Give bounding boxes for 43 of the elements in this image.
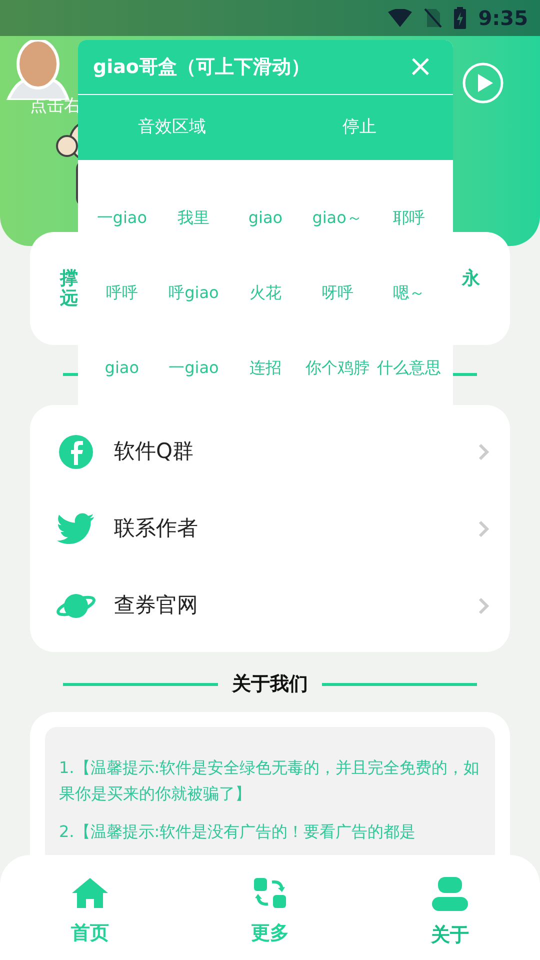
nav-tab[interactable]: 更多 [180,855,360,960]
sound-button[interactable]: 嗯～ [373,255,445,330]
wifi-icon [388,9,412,27]
sound-button[interactable]: 火花 [230,255,302,330]
section-heading: 关于我们 [232,672,308,697]
bird-icon [57,512,95,544]
sound-button[interactable]: giao～ [301,180,374,255]
nav-tab[interactable]: 首页 [0,855,180,960]
battery-icon [454,7,466,29]
sound-button[interactable]: 我里 [158,180,230,255]
dialog-tab[interactable]: 停止 [266,94,453,160]
sound-button[interactable]: 什么意思 [373,330,445,405]
notice-paragraph: 2.【温馨提示:软件是没有广告的！要看广告的都是 [59,821,417,843]
home-icon [71,877,109,909]
link-item[interactable]: 联系作者 [30,494,510,564]
nav-tab[interactable]: 关于 [360,855,540,960]
sound-button[interactable]: 一giao [86,180,158,255]
link-item[interactable]: 软件Q群 [30,416,510,486]
sound-button[interactable]: 呼giao [158,255,230,330]
chevron-icon [478,596,490,614]
status-time: 9:35 [478,5,528,32]
chevron-icon [478,442,490,460]
sound-button[interactable]: 一giao [158,330,230,405]
swap-grid-icon [253,877,287,909]
sound-button[interactable]: giao [86,330,158,405]
notice-text: 永 [462,267,480,291]
dialog-title: giao哥盒（可上下滑动） [93,54,310,80]
sound-button[interactable]: 呼呼 [86,255,158,330]
close-button[interactable]: × [408,52,433,82]
sound-button[interactable]: 连招 [230,330,302,405]
facebook-icon [58,434,94,470]
sound-button[interactable]: 耶呼 [373,180,445,255]
notice-paragraph: 1.【温馨提示:软件是安全绿色无毒的，并且完全免费的，如果你是买来的你就被骗了】 [59,757,481,805]
user-icon [432,877,468,911]
link-item[interactable]: 查券官网 [30,570,510,640]
no-sim-icon [424,8,442,28]
dialog-tab[interactable]: 音效区域 [78,94,266,160]
sound-button[interactable]: giao [230,180,302,255]
chevron-icon [478,520,490,538]
sound-button[interactable]: 呀呼 [301,255,374,330]
play-button[interactable] [462,62,504,104]
notice-text: 撑远 [60,268,78,308]
sound-button[interactable]: 你个鸡脖 [301,330,374,405]
